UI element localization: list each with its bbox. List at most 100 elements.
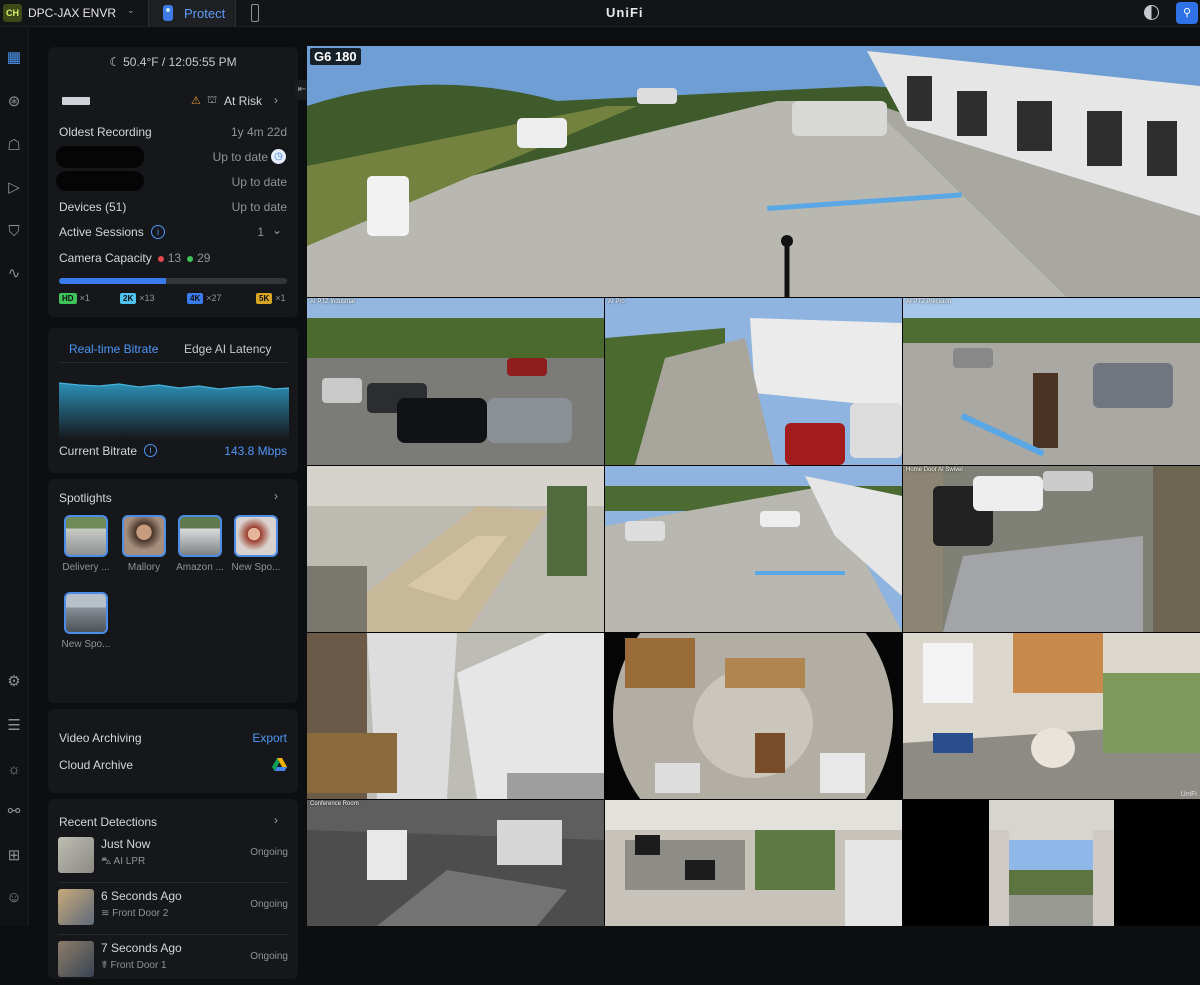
camera-feed-main[interactable]: G6 180 xyxy=(307,46,1200,297)
redacted-area xyxy=(56,146,144,168)
gear-icon[interactable]: ⚙ xyxy=(5,673,23,691)
spotlights-title[interactable]: Spotlights xyxy=(59,491,112,505)
site-badge[interactable]: CH xyxy=(3,4,22,22)
detection-item[interactable]: Just Now ⛍ AI LPR Ongoing xyxy=(58,835,288,881)
spotlight-label: New Spo... xyxy=(61,639,111,650)
tab-realtime-bitrate[interactable]: Real-time Bitrate xyxy=(69,342,158,356)
chevron-right-icon[interactable]: › xyxy=(274,93,278,107)
active-sessions-label: Active Sessions xyxy=(59,225,144,239)
chevron-right-icon[interactable]: › xyxy=(274,489,278,503)
camera-feed[interactable] xyxy=(605,466,902,632)
recent-detections-title[interactable]: Recent Detections xyxy=(59,815,157,829)
risk-label[interactable]: At Risk xyxy=(224,94,262,108)
spotlight-thumbnail xyxy=(122,515,166,557)
camera-capacity: Camera Capacity 13 29 xyxy=(59,251,210,265)
camera-feed[interactable] xyxy=(307,466,604,632)
camera-image xyxy=(605,633,902,799)
res-count: ×1 xyxy=(275,293,286,303)
camera-feed[interactable]: UniFi xyxy=(903,633,1200,799)
spotlight-item[interactable]: Mallory xyxy=(116,515,172,573)
detection-thumbnail xyxy=(58,941,94,977)
detection-status: Ongoing xyxy=(250,899,288,910)
capacity-bar-fill xyxy=(59,278,167,284)
detection-item[interactable]: 6 Seconds Ago ≋ Front Door 2 Ongoing xyxy=(58,887,288,933)
spotlight-thumbnail xyxy=(64,592,108,634)
unifi-logo: UniFi xyxy=(606,5,644,20)
spotlight-label: Amazon ... xyxy=(176,562,224,573)
detection-item[interactable]: 7 Seconds Ago ☤ Front Door 1 Ongoing xyxy=(58,939,288,985)
active-sessions-value: 1 xyxy=(257,225,264,239)
export-button[interactable]: Export xyxy=(238,731,287,745)
camera-feed[interactable]: Home Door AI Swivel xyxy=(903,466,1200,632)
dashboard-icon[interactable]: ▦ xyxy=(5,49,23,67)
integrations-icon[interactable]: ⚯ xyxy=(5,803,23,821)
devices-value: Up to date xyxy=(231,200,287,214)
storage-status-1: Up to date xyxy=(212,150,268,164)
camera-feed[interactable] xyxy=(605,633,902,799)
spotlights-card: Spotlights › Delivery ... Mallory Amazon… xyxy=(48,479,298,703)
alarm-icon[interactable]: ☼ xyxy=(5,761,23,779)
detection-thumbnail xyxy=(58,837,94,873)
camera-image xyxy=(605,298,902,465)
detections-card: Recent Detections › Just Now ⛍ AI LPR On… xyxy=(48,799,298,979)
google-drive-icon xyxy=(272,758,287,771)
spotlight-label: Delivery ... xyxy=(62,562,110,573)
left-nav: ▦ ⊛ ☖ ▷ ⛉ ∿ ⚙ ☰ ☼ ⚯ ⊞ ☺ xyxy=(0,27,29,926)
camera-feed[interactable]: AI Pro xyxy=(605,298,902,465)
spotlight-item[interactable]: Amazon ... xyxy=(172,515,228,573)
res-tag: 5K xyxy=(256,293,273,304)
theme-toggle-icon[interactable] xyxy=(1144,5,1159,20)
ai-icon[interactable]: ☖ xyxy=(5,137,23,155)
chevron-right-icon[interactable]: › xyxy=(274,813,278,827)
bitrate-graph xyxy=(59,382,289,440)
camera-image xyxy=(605,466,902,632)
users-icon[interactable]: ☺ xyxy=(5,889,23,907)
capacity-bar xyxy=(59,278,287,284)
res-4k: 4K ×27 xyxy=(187,293,222,304)
camera-feed[interactable] xyxy=(307,633,604,799)
warning-icon: ⚠ xyxy=(191,95,201,107)
network-icon[interactable]: ⚲ xyxy=(1176,2,1198,24)
status-card: ☾ 50.4°F / 12:05:55 PM ⚠ ⛫ At Risk › Olde… xyxy=(48,47,298,317)
res-tag: 4K xyxy=(187,293,204,304)
chevron-down-icon[interactable]: ⌄ xyxy=(272,223,282,237)
camera-feed[interactable]: Conference Room xyxy=(307,800,604,926)
tab-edge-ai-latency[interactable]: Edge AI Latency xyxy=(184,342,271,356)
detection-source: ≋ Front Door 2 xyxy=(101,908,168,919)
res-hd: HD ×1 xyxy=(59,293,90,304)
site-selector[interactable]: DPC-JAX ENVR xyxy=(28,6,116,20)
detection-source-label: AI LPR xyxy=(113,856,146,867)
device-icon[interactable] xyxy=(251,4,259,22)
map-icon[interactable]: ⊛ xyxy=(5,93,23,111)
spotlight-thumbnail xyxy=(178,515,222,557)
spotlight-thumbnail xyxy=(234,515,278,557)
camera-feed[interactable]: AI PTZ Industrial xyxy=(307,298,604,465)
devices-label[interactable]: Devices (51) xyxy=(59,200,126,214)
shield-icon[interactable]: ⛉ xyxy=(5,223,23,241)
logs-icon[interactable]: ☰ xyxy=(5,717,23,735)
top-bar: CH DPC-JAX ENVR ⌄ Protect UniFi ⚲ xyxy=(0,0,1200,27)
door-icon[interactable]: ⊞ xyxy=(5,847,23,865)
activity-icon[interactable]: ∿ xyxy=(5,265,23,283)
camera-name: AI PTZ Industrial xyxy=(310,299,355,305)
spotlight-item[interactable]: Delivery ... xyxy=(58,515,114,573)
camera-capacity-label: Camera Capacity xyxy=(59,251,152,265)
camera-feed[interactable]: AI PTZ Precision xyxy=(903,298,1200,465)
chevron-down-icon[interactable]: ⌄ xyxy=(127,5,135,16)
camera-watermark: UniFi xyxy=(1180,791,1197,798)
camera-feed[interactable] xyxy=(605,800,902,926)
info-icon[interactable]: i xyxy=(151,225,165,239)
play-icon[interactable]: ▷ xyxy=(5,179,23,197)
storage-status-2: Up to date xyxy=(231,175,287,189)
camera-image xyxy=(307,800,604,926)
tab-protect[interactable]: Protect xyxy=(148,0,236,27)
spotlight-item[interactable]: New Spo... xyxy=(228,515,284,573)
spotlight-item[interactable]: New Spo... xyxy=(58,592,114,650)
info-icon[interactable]: i xyxy=(144,444,157,457)
detection-time: 6 Seconds Ago xyxy=(101,889,182,903)
cloud-archive-label[interactable]: Cloud Archive xyxy=(59,758,133,772)
camera-feed[interactable] xyxy=(903,800,1200,926)
camera-image xyxy=(903,466,1200,632)
detection-time: 7 Seconds Ago xyxy=(101,941,182,955)
detection-status: Ongoing xyxy=(250,847,288,858)
